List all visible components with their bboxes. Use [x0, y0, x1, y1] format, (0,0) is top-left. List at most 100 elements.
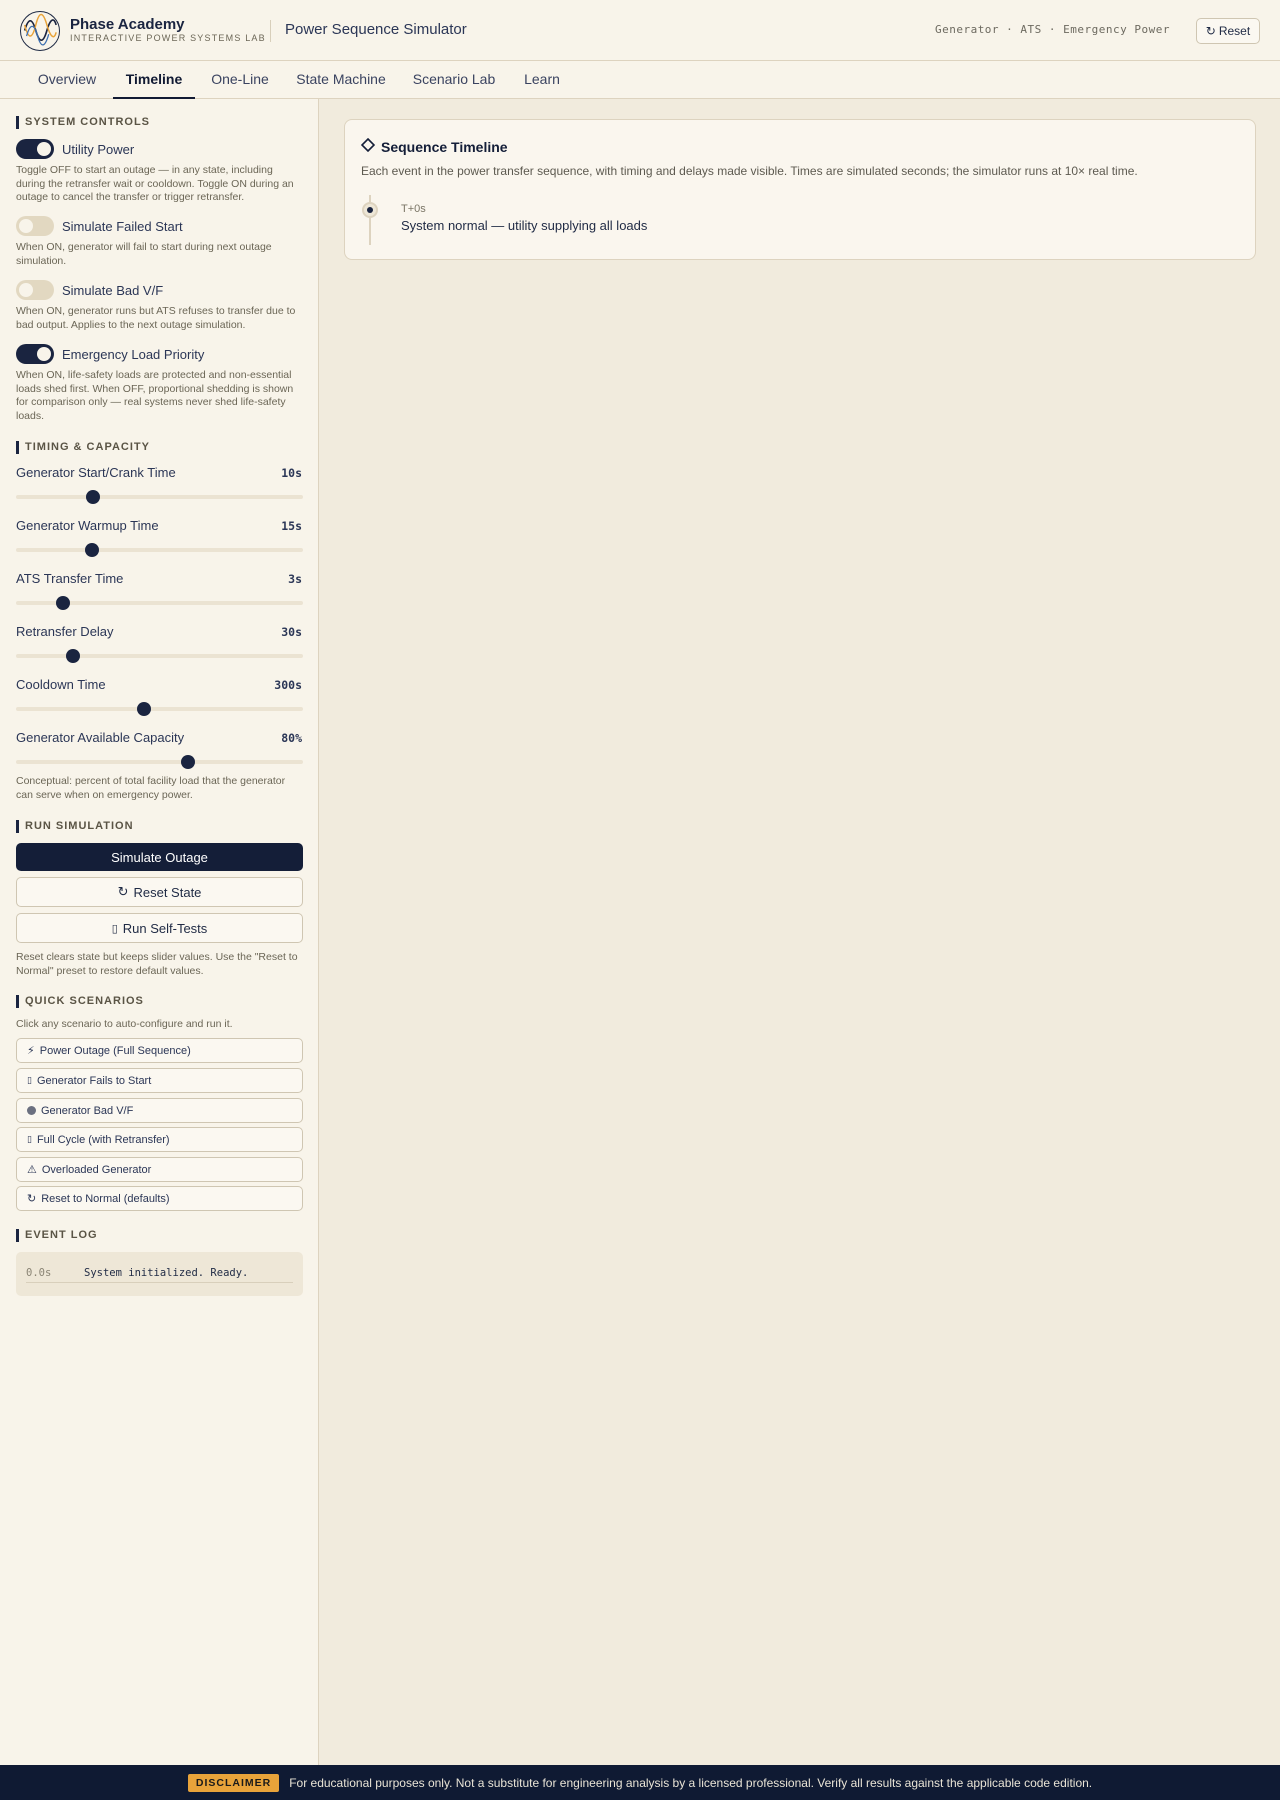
status-dot-icon: [27, 1106, 36, 1115]
scenario-reset-normal[interactable]: ↻ Reset to Normal (defaults): [16, 1186, 303, 1211]
scenario-label: Power Outage (Full Sequence): [39, 1044, 191, 1057]
cooldown-time-slider[interactable]: [16, 702, 303, 716]
cooldown-time-label: Cooldown Time: [16, 677, 106, 692]
reset-state-button[interactable]: ↻ Reset State: [16, 877, 303, 907]
tab-scenario-lab[interactable]: Scenario Lab: [404, 61, 504, 99]
capacity-label: Generator Available Capacity: [16, 730, 185, 745]
refresh-icon: ↻: [1205, 24, 1216, 38]
event-log-time: 0.0s: [26, 1267, 52, 1279]
refresh-icon: ↻: [117, 884, 129, 899]
timeline-node: [362, 202, 378, 218]
utility-power-help: Toggle OFF to start an outage — in any s…: [16, 164, 294, 203]
tab-state-machine[interactable]: State Machine: [290, 61, 392, 99]
test-tube-icon: ▯: [111, 922, 118, 935]
load-priority-toggle-row: Emergency Load Priority: [16, 344, 204, 364]
failed-start-toggle-row: Simulate Failed Start: [16, 216, 183, 236]
capacity-slider-thumb[interactable]: [181, 755, 196, 769]
run-self-tests-button[interactable]: ▯ Run Self-Tests: [16, 913, 303, 943]
timeline-event-time: T+0s: [401, 203, 426, 215]
failed-start-toggle[interactable]: [16, 216, 54, 236]
card-description: Each event in the power transfer sequenc…: [361, 164, 1138, 178]
capacity-slider[interactable]: [16, 755, 303, 769]
cooldown-time-slider-thumb[interactable]: [136, 702, 151, 716]
capacity-value: 80%: [281, 731, 302, 745]
app-header: Phase Academy INTERACTIVE POWER SYSTEMS …: [0, 0, 1280, 61]
retransfer-delay-value: 30s: [281, 625, 302, 639]
bad-vf-toggle-row: Simulate Bad V/F: [16, 280, 163, 300]
failed-start-label: Simulate Failed Start: [62, 218, 183, 234]
ats-transfer-label: ATS Transfer Time: [16, 571, 124, 586]
ats-transfer-slider-thumb[interactable]: [56, 596, 71, 610]
timing-capacity-heading: TIMING & CAPACITY: [16, 441, 150, 454]
phase-academy-logo-icon: [20, 11, 60, 51]
run-simulation-help: Reset clears state but keeps slider valu…: [16, 951, 298, 977]
tab-one-line[interactable]: One-Line: [202, 61, 278, 99]
simulate-outage-button[interactable]: Simulate Outage: [16, 843, 303, 871]
sequence-timeline-card: Sequence Timeline Each event in the powe…: [344, 119, 1256, 260]
header-reset-button[interactable]: ↻ Reset: [1196, 18, 1260, 44]
failed-start-help: When ON, generator will fail to start du…: [16, 241, 272, 267]
warning-icon: ⚠: [27, 1164, 37, 1176]
event-log-row: 0.0s System initialized. Ready.: [26, 1265, 293, 1283]
header-divider: [270, 20, 271, 42]
retransfer-delay-slider[interactable]: [16, 649, 303, 663]
disclaimer-footer: DISCLAIMER For educational purposes only…: [0, 1765, 1280, 1800]
crank-time-slider-thumb[interactable]: [86, 490, 101, 504]
app-title: Power Sequence Simulator: [285, 21, 467, 38]
warmup-time-slider-thumb[interactable]: [85, 543, 100, 557]
bad-vf-toggle[interactable]: [16, 280, 54, 300]
lightning-icon: ⚡: [27, 1045, 35, 1057]
simulate-outage-label: Simulate Outage: [111, 849, 208, 865]
cycle-icon: ▯: [27, 1134, 32, 1144]
scenario-label: Generator Bad V/F: [41, 1104, 134, 1117]
header-reset-label: Reset: [1218, 24, 1251, 38]
load-priority-help: When ON, life-safety loads are protected…: [16, 369, 294, 422]
card-title-text: Sequence Timeline: [381, 138, 508, 155]
scenario-label: Generator Fails to Start: [36, 1074, 152, 1087]
warmup-time-slider[interactable]: [16, 543, 303, 557]
scenario-generator-fails[interactable]: ▯ Generator Fails to Start: [16, 1068, 303, 1093]
event-log-message: System initialized. Ready.: [84, 1267, 249, 1279]
capacity-help: Conceptual: percent of total facility lo…: [16, 775, 286, 801]
card-title: Sequence Timeline: [360, 137, 508, 155]
timeline-event-text: System normal — utility supplying all lo…: [401, 218, 648, 233]
crank-time-label: Generator Start/Crank Time: [16, 465, 176, 480]
bad-vf-label: Simulate Bad V/F: [62, 282, 164, 298]
scenario-overloaded[interactable]: ⚠ Overloaded Generator: [16, 1157, 303, 1182]
warmup-time-value: 15s: [281, 519, 302, 533]
disclaimer-badge: DISCLAIMER: [187, 1773, 280, 1792]
retransfer-delay-slider-thumb[interactable]: [66, 649, 81, 663]
control-sidebar: SYSTEM CONTROLS Utility Power Toggle OFF…: [0, 99, 319, 1765]
tab-learn[interactable]: Learn: [516, 61, 568, 99]
disclaimer-text: For educational purposes only. Not a sub…: [289, 1775, 1093, 1790]
utility-power-toggle[interactable]: [16, 139, 54, 159]
fail-icon: ▯: [27, 1075, 32, 1085]
brand-name: Phase Academy: [70, 16, 185, 33]
warmup-time-label: Generator Warmup Time: [16, 518, 159, 533]
utility-power-label: Utility Power: [62, 141, 135, 157]
scenario-bad-vf[interactable]: Generator Bad V/F: [16, 1098, 303, 1123]
reset-state-label: Reset State: [133, 884, 202, 900]
tab-timeline[interactable]: Timeline: [113, 61, 195, 99]
header-tagline: Generator · ATS · Emergency Power: [934, 23, 1170, 36]
ats-transfer-slider[interactable]: [16, 596, 303, 610]
load-priority-label: Emergency Load Priority: [62, 346, 205, 362]
tab-overview[interactable]: Overview: [28, 61, 106, 99]
crank-time-slider[interactable]: [16, 490, 303, 504]
cooldown-time-value: 300s: [274, 678, 302, 692]
load-priority-toggle[interactable]: [16, 344, 54, 364]
ats-transfer-value: 3s: [288, 572, 302, 586]
scenario-full-cycle[interactable]: ▯ Full Cycle (with Retransfer): [16, 1127, 303, 1152]
scenario-label: Overloaded Generator: [41, 1163, 152, 1176]
system-controls-heading: SYSTEM CONTROLS: [16, 116, 150, 129]
scenario-label: Reset to Normal (defaults): [41, 1192, 170, 1205]
run-simulation-heading: RUN SIMULATION: [16, 820, 134, 833]
quick-scenarios-heading: QUICK SCENARIOS: [16, 995, 144, 1008]
scenario-label: Full Cycle (with Retransfer): [36, 1133, 170, 1146]
run-self-tests-label: Run Self-Tests: [122, 920, 208, 936]
tag-icon: [360, 137, 376, 155]
retransfer-delay-label: Retransfer Delay: [16, 624, 114, 639]
event-log-panel: 0.0s System initialized. Ready.: [16, 1252, 303, 1296]
scenario-power-outage[interactable]: ⚡ Power Outage (Full Sequence): [16, 1038, 303, 1063]
event-log-heading: EVENT LOG: [16, 1229, 98, 1242]
